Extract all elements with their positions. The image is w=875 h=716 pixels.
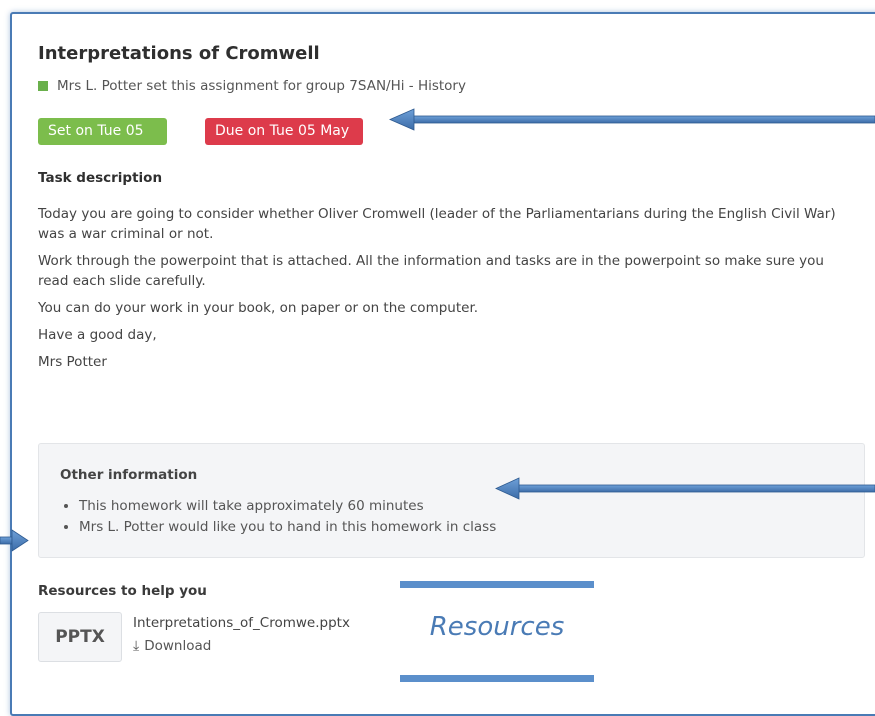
annotation-arrows bbox=[0, 108, 875, 552]
arrow-left-icon bbox=[495, 477, 875, 500]
arrow-right-icon bbox=[0, 529, 29, 552]
arrow-left-icon bbox=[389, 108, 875, 131]
